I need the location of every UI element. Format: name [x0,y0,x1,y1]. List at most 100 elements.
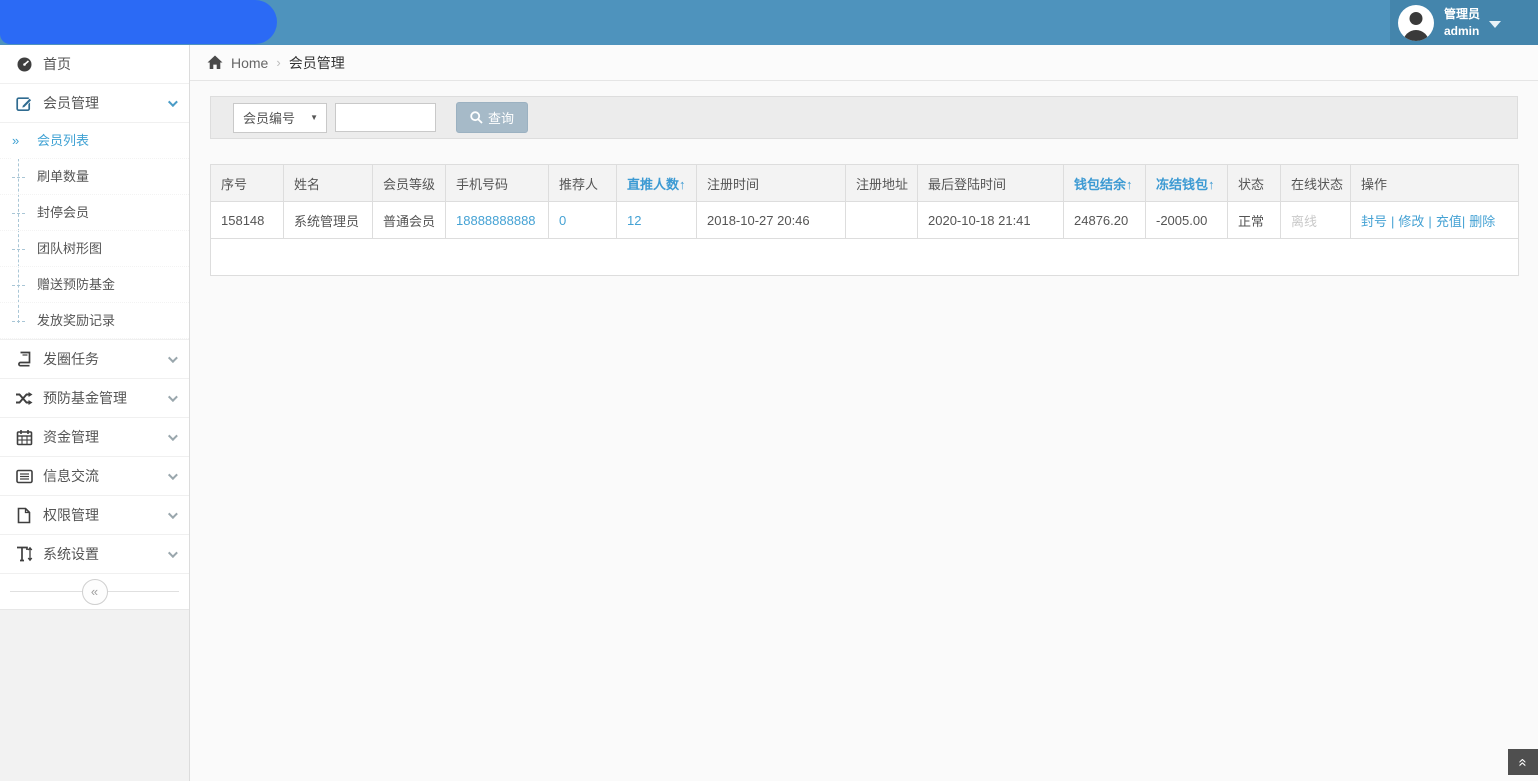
phone-link[interactable]: 18888888888 [456,213,536,228]
sidebar-filler [0,609,189,781]
cell-name: 系统管理员 [283,201,373,239]
chevrons-up-icon: « [1514,757,1532,767]
chevron-down-icon [167,547,178,558]
col-seq: 序号 [210,164,284,202]
tree-dash [12,177,25,178]
user-menu[interactable]: 管理员 admin [1390,0,1538,45]
user-name: admin [1444,23,1480,38]
sidebar-subitem-reward-records[interactable]: 发放奖励记录 [0,303,189,339]
col-direct-count-sort[interactable]: 直推人数↑ [616,164,697,202]
edit-icon [15,95,33,111]
sidebar-item-label: 会员管理 [43,95,99,111]
col-last-login: 最后登陆时间 [917,164,1064,202]
calendar-icon [15,429,33,445]
sidebar-subitem-member-list[interactable]: » 会员列表 [0,123,189,159]
action-separator: | [1461,213,1466,229]
book-icon [15,351,33,367]
user-role: 管理员 [1444,7,1481,22]
table-header-row: 序号 姓名 会员等级 手机号码 推荐人 直推人数↑ 注册时间 注册地址 最后登陆… [210,164,1519,202]
cell-register-address [845,201,918,239]
tree-dash [12,321,25,322]
search-input[interactable] [335,103,436,132]
breadcrumb-home-link[interactable]: Home [231,55,268,71]
tree-dash [12,249,25,250]
sidebar-item-capital-mgmt[interactable]: 资金管理 [0,418,189,457]
sidebar-collapse-button[interactable]: « [81,578,108,605]
sidebar-item-moments-tasks[interactable]: 发圈任务 [0,340,189,379]
chevron-down-icon [1489,21,1502,28]
select-caret-icon: ▼ [310,113,318,122]
col-register-time: 注册时间 [696,164,846,202]
user-info: 管理员 admin [1444,6,1480,38]
cell-level: 普通会员 [372,201,446,239]
action-separator: | [1391,213,1395,229]
sidebar-item-info-exchange[interactable]: 信息交流 [0,457,189,496]
col-wallet-balance-sort[interactable]: 钱包结余↑ [1063,164,1146,202]
search-panel: 会员编号 ▼ 查询 [210,96,1518,139]
cell-phone: 18888888888 [445,201,549,239]
cell-register-time: 2018-10-27 20:46 [696,201,846,239]
edit-link[interactable]: 修改 [1398,214,1424,229]
cell-last-login: 2020-10-18 21:41 [917,201,1064,239]
sidebar-item-member-mgmt[interactable]: 会员管理 [0,84,189,123]
shuffle-icon [15,390,33,406]
sidebar-item-permission-mgmt[interactable]: 权限管理 [0,496,189,535]
sidebar-subitem-order-count[interactable]: 刷单数量 [0,159,189,195]
dashboard-icon [15,56,33,72]
sidebar-item-label: 首页 [43,56,71,72]
col-level: 会员等级 [372,164,446,202]
top-header-bar: 管理员 admin [0,0,1538,45]
search-button[interactable]: 查询 [456,102,529,133]
delete-link[interactable]: 删除 [1469,214,1495,229]
avatar-head-icon [1409,11,1423,25]
sidebar-subitem-banned-members[interactable]: 封停会员 [0,195,189,231]
cell-direct-count: 12 [616,201,697,239]
sidebar-subitem-label: 赠送预防基金 [37,277,116,292]
col-frozen-wallet-sort[interactable]: 冻结钱包↑ [1145,164,1228,202]
home-icon [207,55,223,70]
cell-frozen-wallet: -2005.00 [1145,201,1228,239]
ban-link[interactable]: 封号 [1361,214,1387,229]
avatar-body-icon [1403,29,1429,41]
col-phone: 手机号码 [445,164,549,202]
sidebar-subitem-gift-fund[interactable]: 赠送预防基金 [0,267,189,303]
direct-count-link[interactable]: 12 [627,213,641,228]
sidebar-item-home[interactable]: 首页 [0,45,189,84]
chevron-down-icon [167,96,178,107]
col-status: 状态 [1227,164,1281,202]
search-filter-select[interactable]: 会员编号 ▼ [233,102,327,133]
cell-status: 正常 [1227,201,1281,239]
action-separator: | [1428,213,1432,229]
cell-wallet-balance: 24876.20 [1063,201,1146,239]
sidebar-nav: 首页 会员管理 » 会员列表 刷单数量 封停会员 团队树形图 赠送预防基金 发放… [0,45,190,781]
sidebar-subitem-label: 封停会员 [37,205,90,220]
active-marker-icon: » [11,123,21,159]
breadcrumb-current: 会员管理 [288,54,345,71]
search-icon [470,111,483,124]
sidebar-subitem-team-tree[interactable]: 团队树形图 [0,231,189,267]
members-table: 序号 姓名 会员等级 手机号码 推荐人 直推人数↑ 注册时间 注册地址 最后登陆… [210,164,1519,276]
sidebar-item-label: 资金管理 [43,429,99,445]
breadcrumb-separator: › [276,55,281,70]
cell-seq: 158148 [210,201,284,239]
sidebar-item-label: 权限管理 [43,507,99,523]
sidebar-item-label: 信息交流 [43,468,99,484]
sidebar-item-system-settings[interactable]: 系统设置 [0,535,189,574]
recharge-link[interactable]: 充值 [1436,214,1462,229]
chevron-down-icon [167,430,178,441]
col-register-address: 注册地址 [845,164,918,202]
referrer-link[interactable]: 0 [559,213,566,228]
cell-actions: 封号 | 修改 | 充值| 删除 [1350,201,1519,239]
table-row: 158148 系统管理员 普通会员 18888888888 0 12 2018-… [210,201,1519,239]
text-height-icon [15,546,33,562]
collapse-icon: « [90,584,99,599]
search-button-label: 查询 [488,111,515,126]
col-actions: 操作 [1350,164,1519,202]
avatar [1398,4,1434,41]
app-logo [0,0,277,44]
main-content: Home › 会员管理 会员编号 ▼ 查询 序号 姓名 会员等级 手机号码 推荐… [190,45,1538,781]
tree-dash [12,285,25,286]
back-to-top-button[interactable]: « [1508,749,1538,775]
sidebar-item-fund-mgmt[interactable]: 预防基金管理 [0,379,189,418]
col-referrer: 推荐人 [548,164,617,202]
